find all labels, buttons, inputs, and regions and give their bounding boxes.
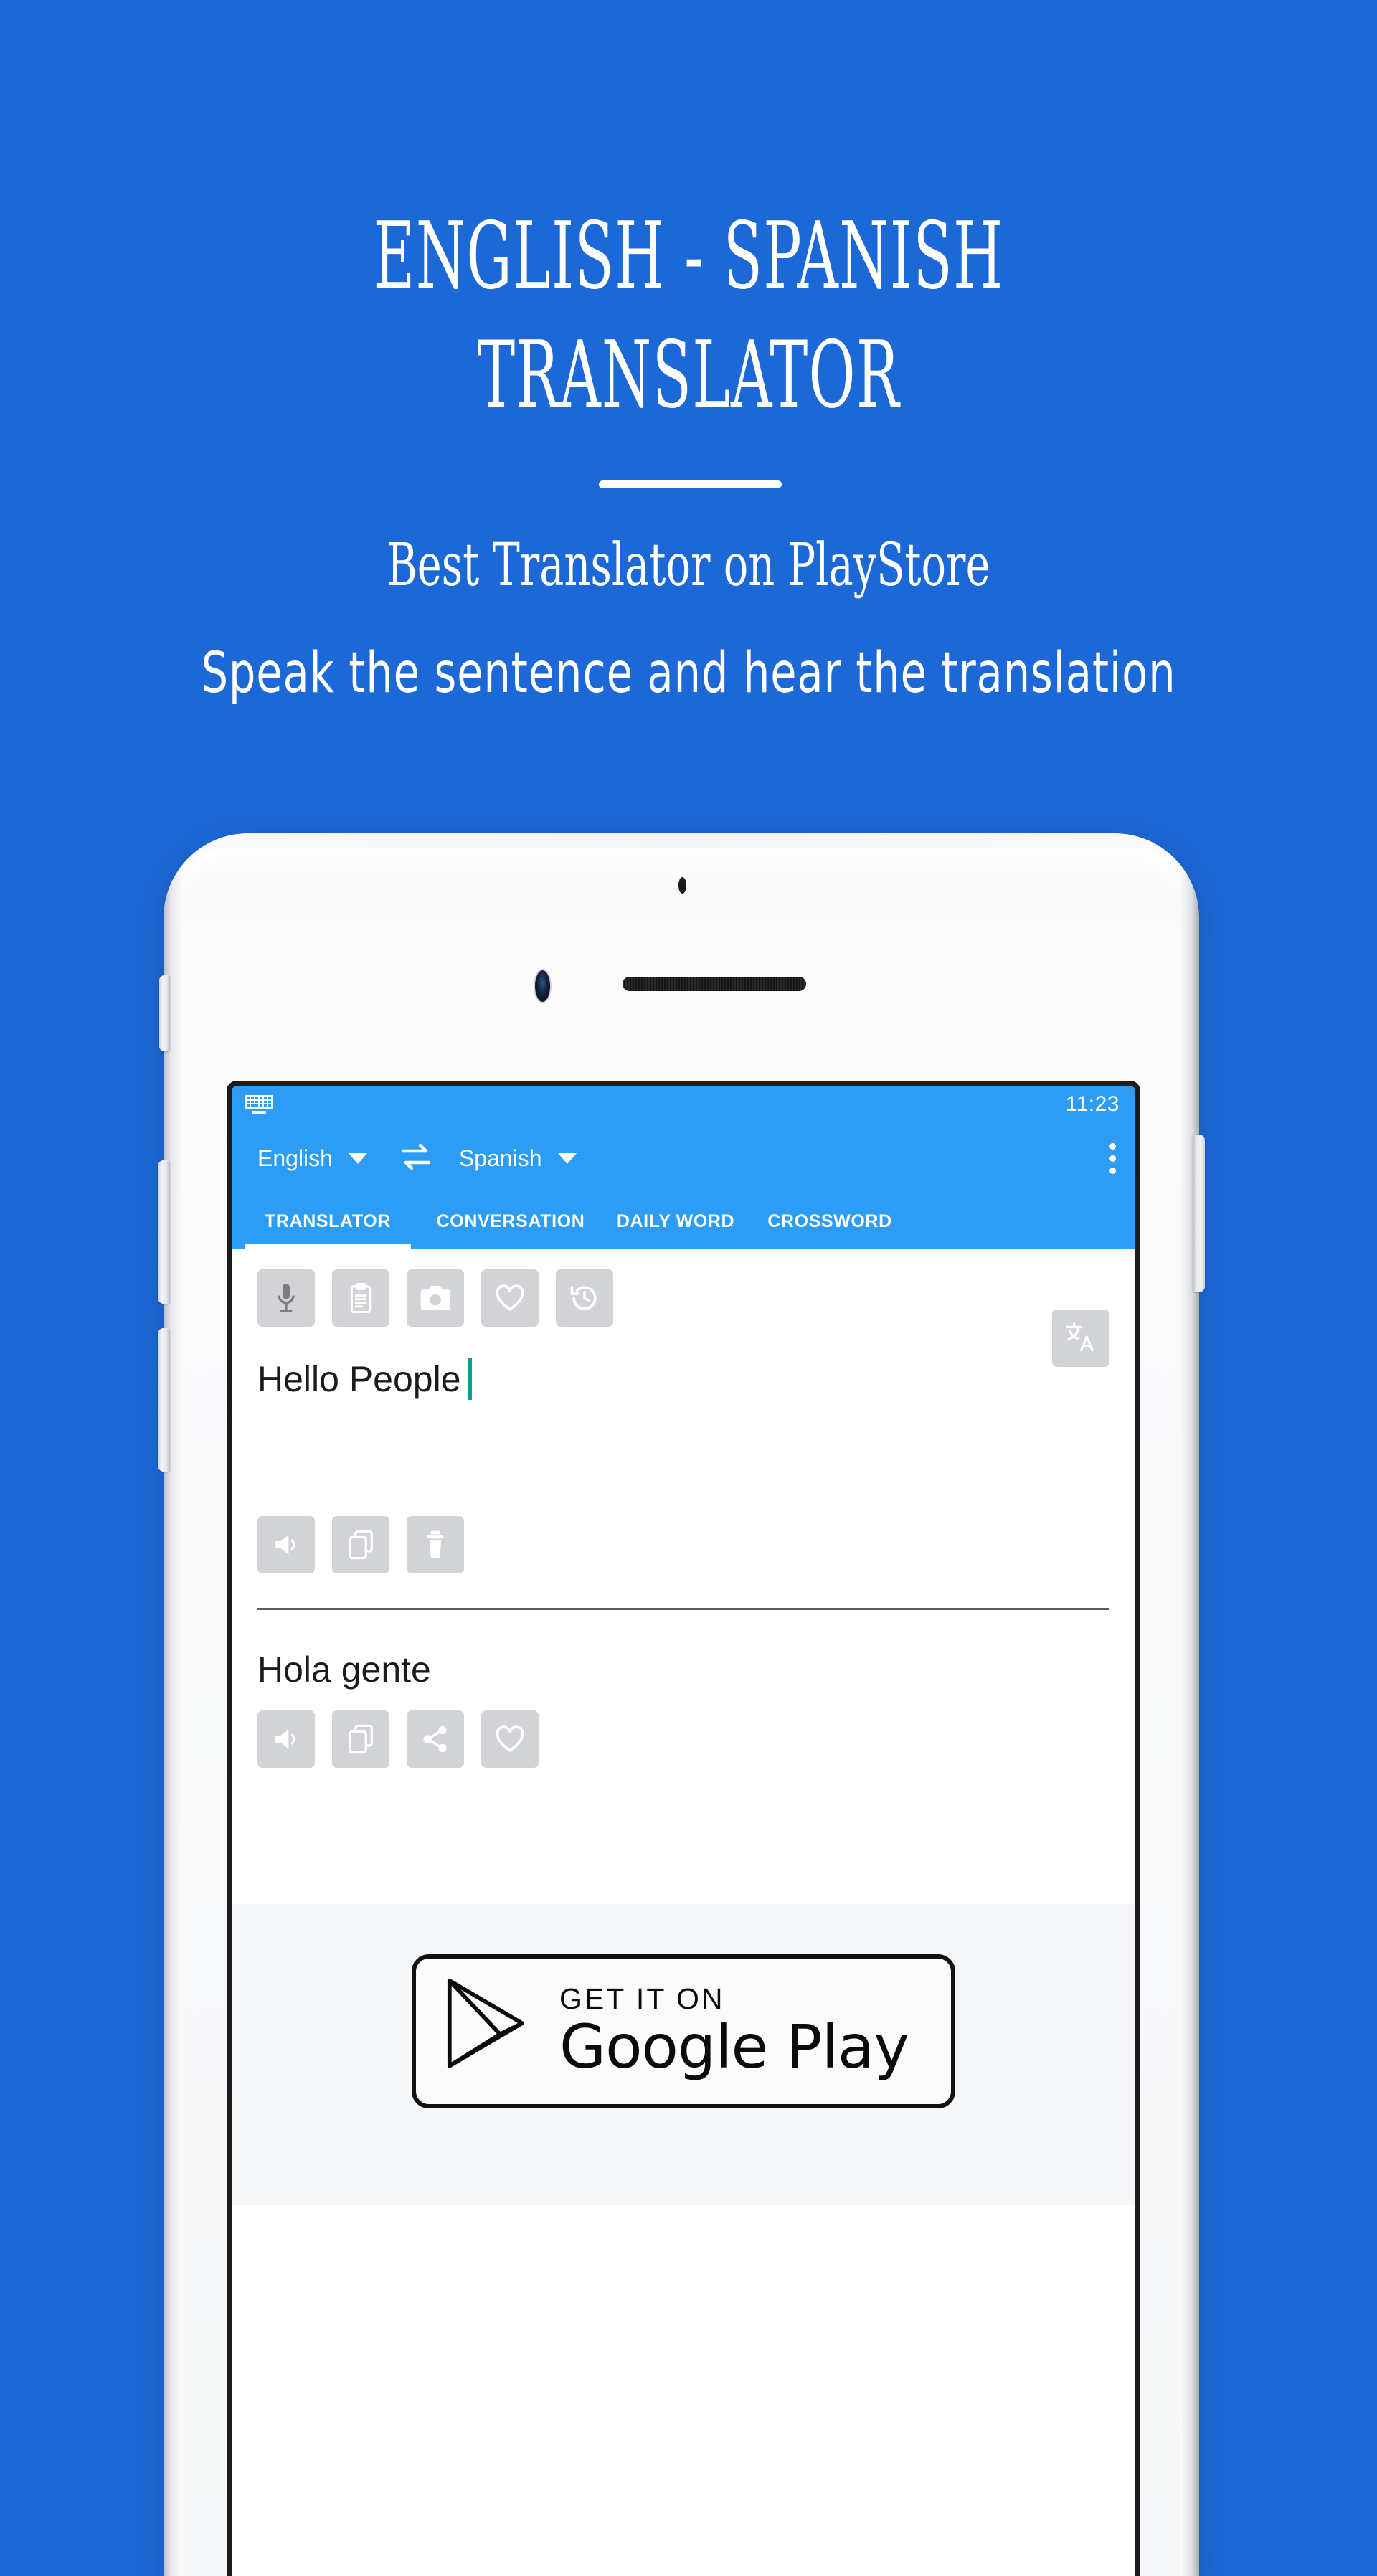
earpiece-speaker-icon <box>623 977 806 991</box>
google-play-triangle-icon <box>443 1976 559 2087</box>
translated-text-area: Hola gente <box>232 1610 1135 1690</box>
play-badge-large-text: Google Play <box>559 2011 909 2082</box>
copy-translation-button[interactable] <box>332 1710 389 1768</box>
screen-frame: 11:23 English Spanish TRANSLATOR CONVERS… <box>227 1081 1140 2576</box>
text-cursor <box>468 1358 472 1400</box>
tab-translator[interactable]: TRANSLATOR <box>235 1193 421 1249</box>
tab-daily-word[interactable]: DAILY WORD <box>600 1193 751 1249</box>
chevron-down-icon[interactable] <box>348 1152 367 1164</box>
favorites-button[interactable] <box>481 1269 539 1327</box>
play-badge-wrap: GET IT ON Google Play <box>232 1904 1135 2108</box>
share-translation-button[interactable] <box>407 1710 464 1768</box>
translated-action-row <box>232 1690 1135 1768</box>
source-language-label[interactable]: English <box>257 1145 333 1172</box>
tab-bar: TRANSLATOR CONVERSATION DAILY WORD CROSS… <box>232 1193 1135 1249</box>
camera-button[interactable] <box>407 1269 464 1327</box>
silent-switch[interactable] <box>159 975 170 1051</box>
proximity-sensor-icon <box>678 877 686 894</box>
volume-down-button[interactable] <box>158 1328 170 1472</box>
camera-icon <box>420 1284 451 1312</box>
speak-translation-button[interactable] <box>257 1710 315 1768</box>
promo-subtitle-secondary: Speak the sentence and hear the translat… <box>201 641 1176 706</box>
more-vertical-icon[interactable] <box>1105 1139 1120 1178</box>
copy-icon <box>348 1530 374 1560</box>
speaker-icon <box>272 1533 301 1557</box>
language-selector-bar: English Spanish <box>232 1123 1135 1193</box>
target-language-label[interactable]: Spanish <box>459 1145 542 1172</box>
volume-up-button[interactable] <box>158 1160 170 1304</box>
power-button[interactable] <box>1193 1135 1205 1292</box>
tab-conversation[interactable]: CONVERSATION <box>421 1193 600 1249</box>
favorite-translation-button[interactable] <box>481 1710 539 1768</box>
translate-button[interactable] <box>1052 1310 1109 1367</box>
play-badge-small-text: GET IT ON <box>559 1982 725 2016</box>
paste-button[interactable] <box>332 1269 389 1327</box>
share-icon <box>422 1725 449 1753</box>
source-text: Hello People <box>257 1359 461 1399</box>
delete-icon <box>424 1530 447 1560</box>
front-camera-icon <box>535 970 550 1002</box>
clear-source-button[interactable] <box>407 1516 464 1573</box>
chevron-down-icon[interactable] <box>557 1152 577 1164</box>
heart-icon <box>494 1284 526 1312</box>
phone-mockup: 11:23 English Spanish TRANSLATOR CONVERS… <box>158 833 1205 2576</box>
source-text-area[interactable]: Hello People <box>232 1310 1135 1496</box>
status-bar-clock: 11:23 <box>1065 1092 1120 1116</box>
page-title: ENGLISH - SPANISH TRANSLATOR <box>373 203 1004 429</box>
title-divider <box>599 480 782 488</box>
promo-subtitle-primary: Best Translator on PlayStore <box>387 531 990 600</box>
lower-pane: GET IT ON Google Play <box>232 1904 1135 2205</box>
promo-header: ENGLISH - SPANISH TRANSLATOR Best Transl… <box>0 0 1377 775</box>
translator-panel: Hello People Hola gente <box>232 1249 1135 1904</box>
play-badge-text: GET IT ON Google Play <box>559 1984 909 2078</box>
tab-crossword[interactable]: CROSSWORD <box>751 1193 909 1249</box>
keyboard-icon <box>245 1095 273 1114</box>
copy-source-button[interactable] <box>332 1516 389 1573</box>
clipboard-paste-icon <box>349 1282 373 1314</box>
heart-icon <box>494 1725 526 1753</box>
speak-source-button[interactable] <box>257 1516 315 1573</box>
source-action-row <box>232 1496 1135 1573</box>
swap-horizontal-icon[interactable] <box>367 1140 459 1178</box>
copy-icon <box>348 1724 374 1754</box>
google-play-badge[interactable]: GET IT ON Google Play <box>412 1954 955 2108</box>
translate-icon <box>1065 1321 1097 1356</box>
phone-screen: 11:23 English Spanish TRANSLATOR CONVERS… <box>232 1086 1135 2576</box>
status-bar: 11:23 <box>232 1086 1135 1123</box>
history-button[interactable] <box>556 1269 613 1327</box>
content-spacer <box>232 1768 1135 1904</box>
microphone-icon <box>272 1282 301 1314</box>
translated-text: Hola gente <box>257 1649 431 1690</box>
history-icon <box>569 1283 600 1313</box>
app-bar: 11:23 English Spanish TRANSLATOR CONVERS… <box>232 1086 1135 1249</box>
toolbar-icon-row <box>232 1249 1135 1327</box>
speaker-icon <box>272 1727 301 1751</box>
microphone-button[interactable] <box>257 1269 315 1327</box>
